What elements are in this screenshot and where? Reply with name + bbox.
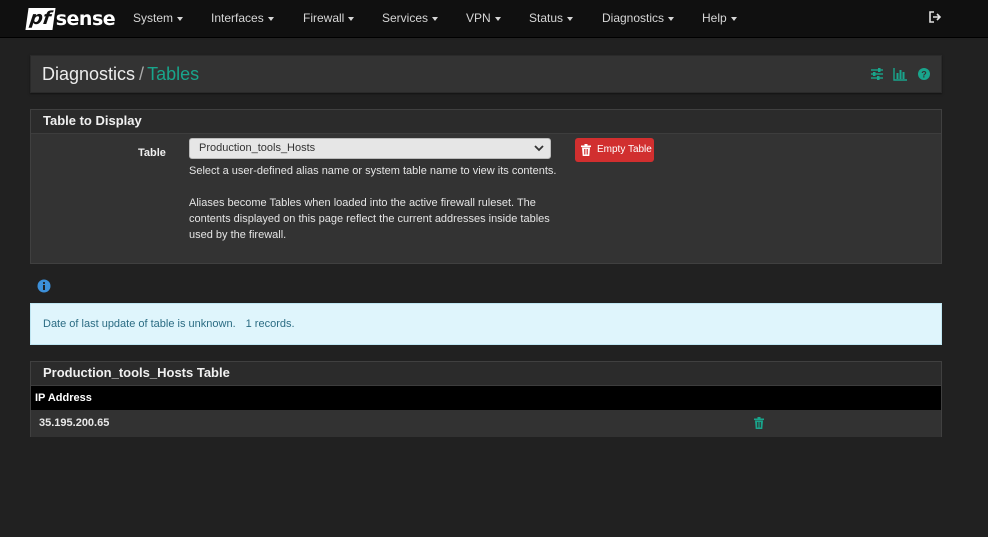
nav-services-label: Services	[382, 11, 429, 25]
table-select-panel: Table to Display Table Production_tools_…	[30, 109, 942, 264]
help-text-line1: Select a user-defined alias name or syst…	[189, 165, 557, 177]
help-text-line2: Aliases become Tables when loaded into t…	[189, 197, 550, 241]
nav-diagnostics[interactable]: Diagnostics	[602, 0, 675, 36]
caret-down-icon	[567, 16, 574, 21]
table-row: 35.195.200.65	[31, 410, 941, 437]
table-select-value: Production_tools_Hosts	[199, 142, 316, 154]
column-header-ip-address: IP Address	[31, 386, 941, 410]
table-help-text: Select a user-defined alias name or syst…	[189, 163, 559, 243]
caret-down-icon	[177, 16, 184, 21]
sign-out-icon[interactable]	[928, 10, 942, 24]
logo-sense-text: sense	[55, 8, 116, 30]
help-circle-icon[interactable]: ?	[917, 67, 931, 81]
trash-icon	[581, 144, 591, 156]
breadcrumb-diagnostics[interactable]: Diagnostics	[42, 64, 135, 84]
panel-heading-table-to-display: Table to Display	[31, 110, 941, 134]
page-title: Diagnostics / Tables	[42, 64, 199, 85]
empty-table-button[interactable]: Empty Table	[575, 138, 654, 162]
table-select[interactable]: Production_tools_Hosts	[189, 138, 551, 159]
pfsense-logo[interactable]: pf sense	[25, 6, 116, 32]
delete-entry-trash-icon[interactable]	[754, 417, 764, 429]
nav-interfaces[interactable]: Interfaces	[211, 0, 274, 36]
nav-help-label: Help	[702, 11, 727, 25]
bar-chart-icon[interactable]	[893, 67, 908, 81]
breadcrumb-separator: /	[139, 64, 145, 84]
nav-status[interactable]: Status	[529, 0, 574, 36]
caret-down-icon	[730, 16, 737, 21]
top-navbar: pf sense System Interfaces Firewall Serv…	[0, 0, 988, 38]
nav-services[interactable]: Services	[382, 0, 439, 36]
alert-record-count: 1 records.	[245, 318, 295, 330]
breadcrumb-tables[interactable]: Tables	[147, 64, 199, 84]
nav-diagnostics-label: Diagnostics	[602, 11, 665, 25]
chevron-down-icon	[534, 145, 544, 152]
sliders-icon[interactable]	[870, 67, 884, 81]
nav-vpn-label: VPN	[466, 11, 491, 25]
nav-help[interactable]: Help	[702, 0, 737, 36]
nav-vpn[interactable]: VPN	[466, 0, 501, 36]
nav-status-label: Status	[529, 11, 564, 25]
nav-firewall[interactable]: Firewall	[303, 0, 355, 36]
table-results-panel: Production_tools_Hosts Table IP Address …	[30, 361, 942, 437]
caret-down-icon	[432, 16, 439, 21]
nav-system[interactable]: System	[133, 0, 184, 36]
ip-address-cell: 35.195.200.65	[39, 417, 110, 429]
nav-firewall-label: Firewall	[303, 11, 345, 25]
info-icon[interactable]	[37, 279, 51, 293]
nav-interfaces-label: Interfaces	[211, 11, 264, 25]
logo-pf-mark: pf	[25, 8, 56, 30]
table-field-label: Table	[138, 147, 166, 159]
caret-down-icon	[668, 16, 675, 21]
empty-table-label: Empty Table	[597, 144, 652, 155]
panel-heading-results: Production_tools_Hosts Table	[31, 362, 941, 386]
nav-system-label: System	[133, 11, 174, 25]
alert-message: Date of last update of table is unknown.	[43, 318, 236, 330]
svg-text:?: ?	[921, 70, 927, 80]
breadcrumb: Diagnostics / Tables ?	[30, 55, 942, 93]
caret-down-icon	[494, 16, 501, 21]
caret-down-icon	[348, 16, 355, 21]
caret-down-icon	[267, 16, 274, 21]
info-alert: Date of last update of table is unknown.…	[30, 303, 942, 345]
